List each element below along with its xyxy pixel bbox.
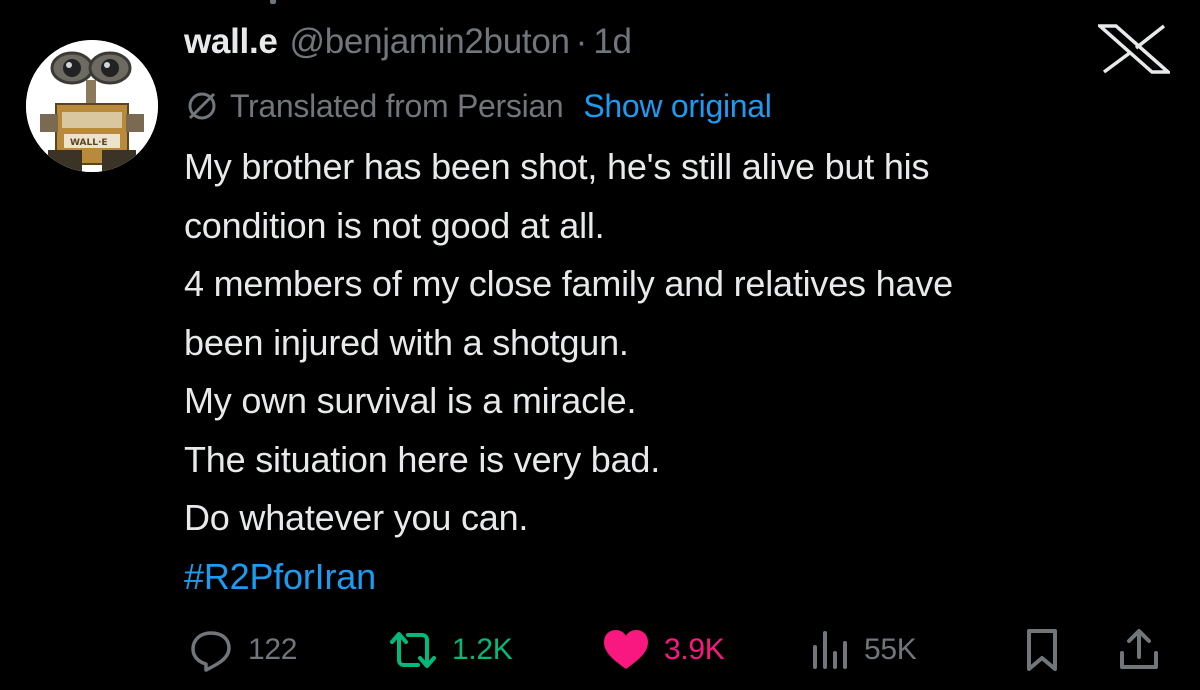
tweet-text-line: Do whatever you can.	[184, 497, 529, 538]
heart-icon	[604, 630, 648, 669]
views-count: 55K	[864, 633, 917, 666]
display-name[interactable]: wall.e	[184, 22, 278, 62]
bookmark-icon	[1027, 629, 1057, 671]
show-original-link[interactable]: Show original	[583, 88, 772, 125]
user-handle[interactable]: @benjamin2buton	[290, 22, 570, 62]
tweet-text-line: My own survival is a miracle.	[184, 380, 637, 421]
globe-slash-icon	[188, 92, 216, 120]
reply-count: 122	[248, 633, 298, 666]
like-count: 3.9K	[664, 633, 725, 666]
share-button[interactable]	[1116, 622, 1162, 678]
repost-icon	[390, 632, 436, 668]
translated-from-label: Translated from Persian	[230, 87, 564, 124]
tweet-text-line: condition is not good at all.	[184, 204, 605, 246]
avatar[interactable]: WALL·E	[26, 40, 158, 172]
tweet-text: My brother has been shot, he's still ali…	[184, 138, 1184, 606]
tweet-text-line: My brother has been shot, he's still ali…	[184, 146, 930, 187]
hashtag-link[interactable]: #R2PforIran	[184, 548, 1184, 607]
reply-button[interactable]: 122	[188, 622, 297, 678]
tweet-text-line: been injured with a shotgun.	[184, 321, 629, 363]
wall-e-avatar-icon: WALL·E	[26, 40, 158, 172]
like-button[interactable]: 3.9K	[602, 622, 725, 678]
repost-button[interactable]: 1.2K	[388, 622, 513, 678]
tweet-action-bar: 122 1.2K 3.9K 55K	[184, 622, 1174, 678]
repost-count: 1.2K	[452, 633, 513, 666]
tweet-text-line: The situation here is very bad.	[184, 438, 661, 480]
reply-icon	[191, 631, 231, 672]
tweet-text-line: 4 members of my close family and relativ…	[184, 263, 953, 304]
tweet-header: wall.e @benjamin2buton · 1d	[184, 22, 632, 70]
avatar-logo-text: WALL·E	[70, 138, 108, 148]
views-button[interactable]: 55K	[810, 622, 917, 678]
share-icon	[1120, 629, 1158, 669]
x-logo-icon	[1098, 24, 1170, 74]
translation-row: Translated from Persian Show original	[184, 84, 772, 128]
previous-tweet-edge	[270, 0, 276, 4]
views-icon	[813, 631, 847, 669]
bookmark-button[interactable]	[1022, 622, 1062, 678]
timestamp[interactable]: 1d	[593, 22, 632, 62]
separator-dot: ·	[575, 22, 588, 61]
